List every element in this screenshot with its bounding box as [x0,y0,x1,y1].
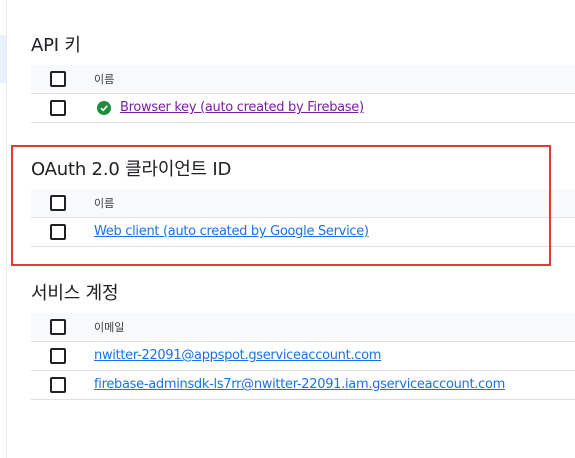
column-header-email: 이메일 [94,321,125,334]
oauth-title: OAuth 2.0 클라이언트 ID [31,159,232,180]
row-checkbox[interactable] [50,100,66,116]
browser-key-link[interactable]: Browser key (auto created by Firebase) [120,100,364,115]
oauth-table: 이름 Web client (auto created by Google Se… [31,189,575,247]
table-header-row: 이름 [31,189,575,218]
service-account-email-link[interactable]: firebase-adminsdk-ls7rr@nwitter-22091.ia… [94,377,505,392]
service-accounts-table: 이메일 nwitter-22091@appspot.gserviceaccoun… [31,313,575,400]
table-row: Web client (auto created by Google Servi… [31,218,575,247]
table-row: Browser key (auto created by Firebase) [31,94,575,123]
select-all-api-keys-checkbox[interactable] [50,71,66,87]
column-header-name: 이름 [94,73,115,86]
service-accounts-title: 서비스 계정 [31,283,119,304]
left-nav-active-tab[interactable] [0,35,6,83]
table-row: nwitter-22091@appspot.gserviceaccount.co… [31,342,575,371]
column-header-name: 이름 [94,197,115,210]
left-nav-rail [0,0,7,458]
row-checkbox[interactable] [50,224,66,240]
select-all-service-accounts-checkbox[interactable] [50,319,66,335]
web-client-link[interactable]: Web client (auto created by Google Servi… [94,224,369,239]
table-header-row: 이름 [31,65,575,94]
row-checkbox[interactable] [50,377,66,393]
api-keys-title: API 키 [31,35,81,56]
table-header-row: 이메일 [31,313,575,342]
api-keys-table: 이름 Browser key (auto created by Firebase… [31,65,575,123]
table-row: firebase-adminsdk-ls7rr@nwitter-22091.ia… [31,371,575,400]
select-all-oauth-checkbox[interactable] [50,195,66,211]
service-account-email-link[interactable]: nwitter-22091@appspot.gserviceaccount.co… [94,348,381,363]
row-checkbox[interactable] [50,348,66,364]
check-circle-icon [97,101,111,115]
